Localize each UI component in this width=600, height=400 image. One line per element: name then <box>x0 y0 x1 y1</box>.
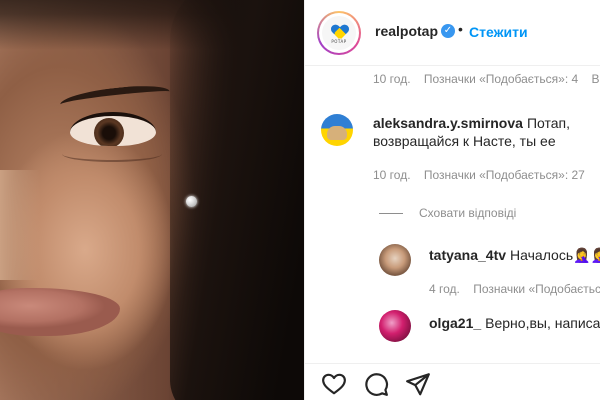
comment-likes[interactable]: Позначки «Подобається»: 4 <box>424 72 578 86</box>
avatar-logo-text: POTAP <box>331 39 347 44</box>
post-side-panel: POTAP realpotap ✓ • Стежити 10 год. Позн… <box>304 0 600 400</box>
heart-logo-icon <box>332 25 348 39</box>
commenter-avatar[interactable] <box>321 114 353 146</box>
comment-text: Верно,вы, написала <box>485 315 600 331</box>
comments-list[interactable]: 10 год. Позначки «Подобається»: 4 Відпов… <box>305 66 600 363</box>
reply-button[interactable]: Відповісти <box>592 72 600 86</box>
comment-likes[interactable]: Позначки «Подобається»: 1 <box>473 282 600 296</box>
commenter-avatar[interactable] <box>379 244 411 276</box>
verified-badge-icon: ✓ <box>441 24 455 38</box>
share-icon[interactable] <box>405 371 431 397</box>
post-photo <box>0 0 304 400</box>
comment-meta: 10 год. Позначки «Подобається»: 4 Відпов… <box>373 72 600 86</box>
photo-eyebrow <box>59 82 171 114</box>
post-header: POTAP realpotap ✓ • Стежити <box>305 0 600 66</box>
post-actions-bar <box>305 363 600 400</box>
comment-meta: 4 год. Позначки «Подобається»: 1 <box>429 282 600 296</box>
profile-username[interactable]: realpotap <box>375 23 438 39</box>
hide-replies-button[interactable]: Сховати відповіді <box>379 206 516 220</box>
commenter-username[interactable]: olga21_ <box>429 315 481 331</box>
follow-button[interactable]: Стежити <box>469 24 528 40</box>
comment-time[interactable]: 10 год. <box>373 72 411 86</box>
comment-body: olga21_Верно,вы, написала <box>429 314 600 332</box>
comment-body: aleksandra.y.smirnova Потап, возвращайся … <box>373 114 599 150</box>
comment-icon[interactable] <box>363 371 389 397</box>
commenter-username[interactable]: tatyana_4tv <box>429 247 506 263</box>
heart-icon[interactable] <box>321 371 347 397</box>
profile-avatar[interactable]: POTAP <box>317 11 361 55</box>
comment-time[interactable]: 10 год. <box>373 168 411 182</box>
photo-eye <box>70 112 156 146</box>
replies-divider <box>379 213 403 215</box>
photo-lips <box>0 288 120 336</box>
comment-likes[interactable]: Позначки «Подобається»: 27 <box>424 168 585 182</box>
comment-time[interactable]: 4 год. <box>429 282 460 296</box>
commenter-avatar[interactable] <box>379 310 411 342</box>
header-separator: • <box>458 21 463 37</box>
commenter-username[interactable]: aleksandra.y.smirnova <box>373 115 523 131</box>
comment-text: Началось🤦‍♀️🤦‍♀️ <box>510 247 600 263</box>
photo-earring <box>186 196 197 207</box>
comment-meta: 10 год. Позначки «Подобається»: 27 <box>373 168 595 182</box>
comment-body: tatyana_4tv Началось🤦‍♀️🤦‍♀️ <box>429 246 600 264</box>
